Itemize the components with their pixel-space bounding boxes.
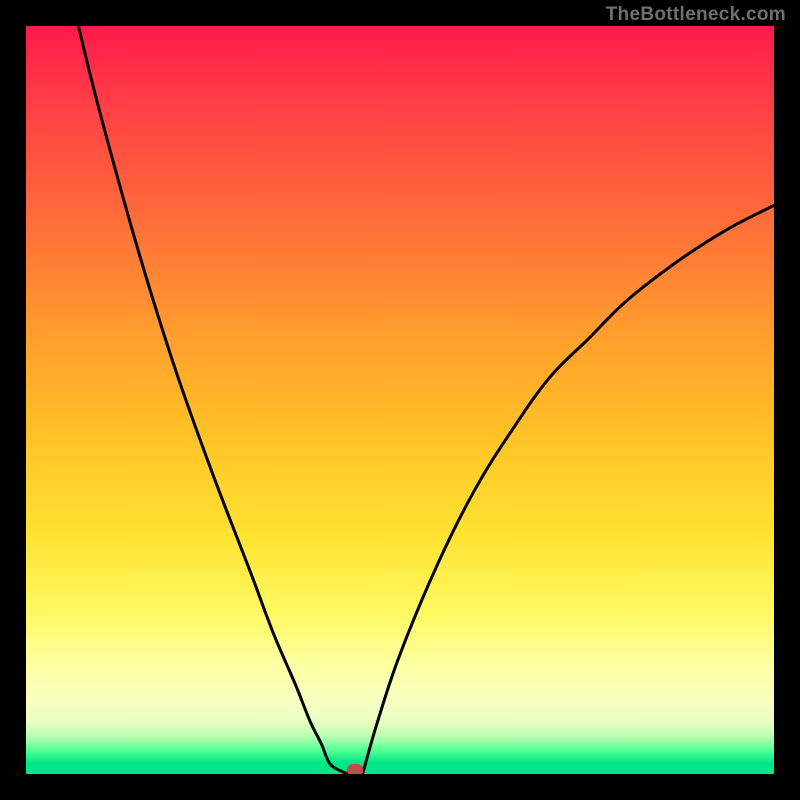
bottleneck-curve <box>26 26 774 774</box>
watermark-label: TheBottleneck.com <box>606 4 786 26</box>
curve-right-branch <box>363 206 774 775</box>
chart-frame: TheBottleneck.com <box>0 0 800 800</box>
minimum-marker <box>347 764 363 774</box>
curve-left-branch <box>78 26 347 774</box>
plot-area <box>26 26 774 774</box>
